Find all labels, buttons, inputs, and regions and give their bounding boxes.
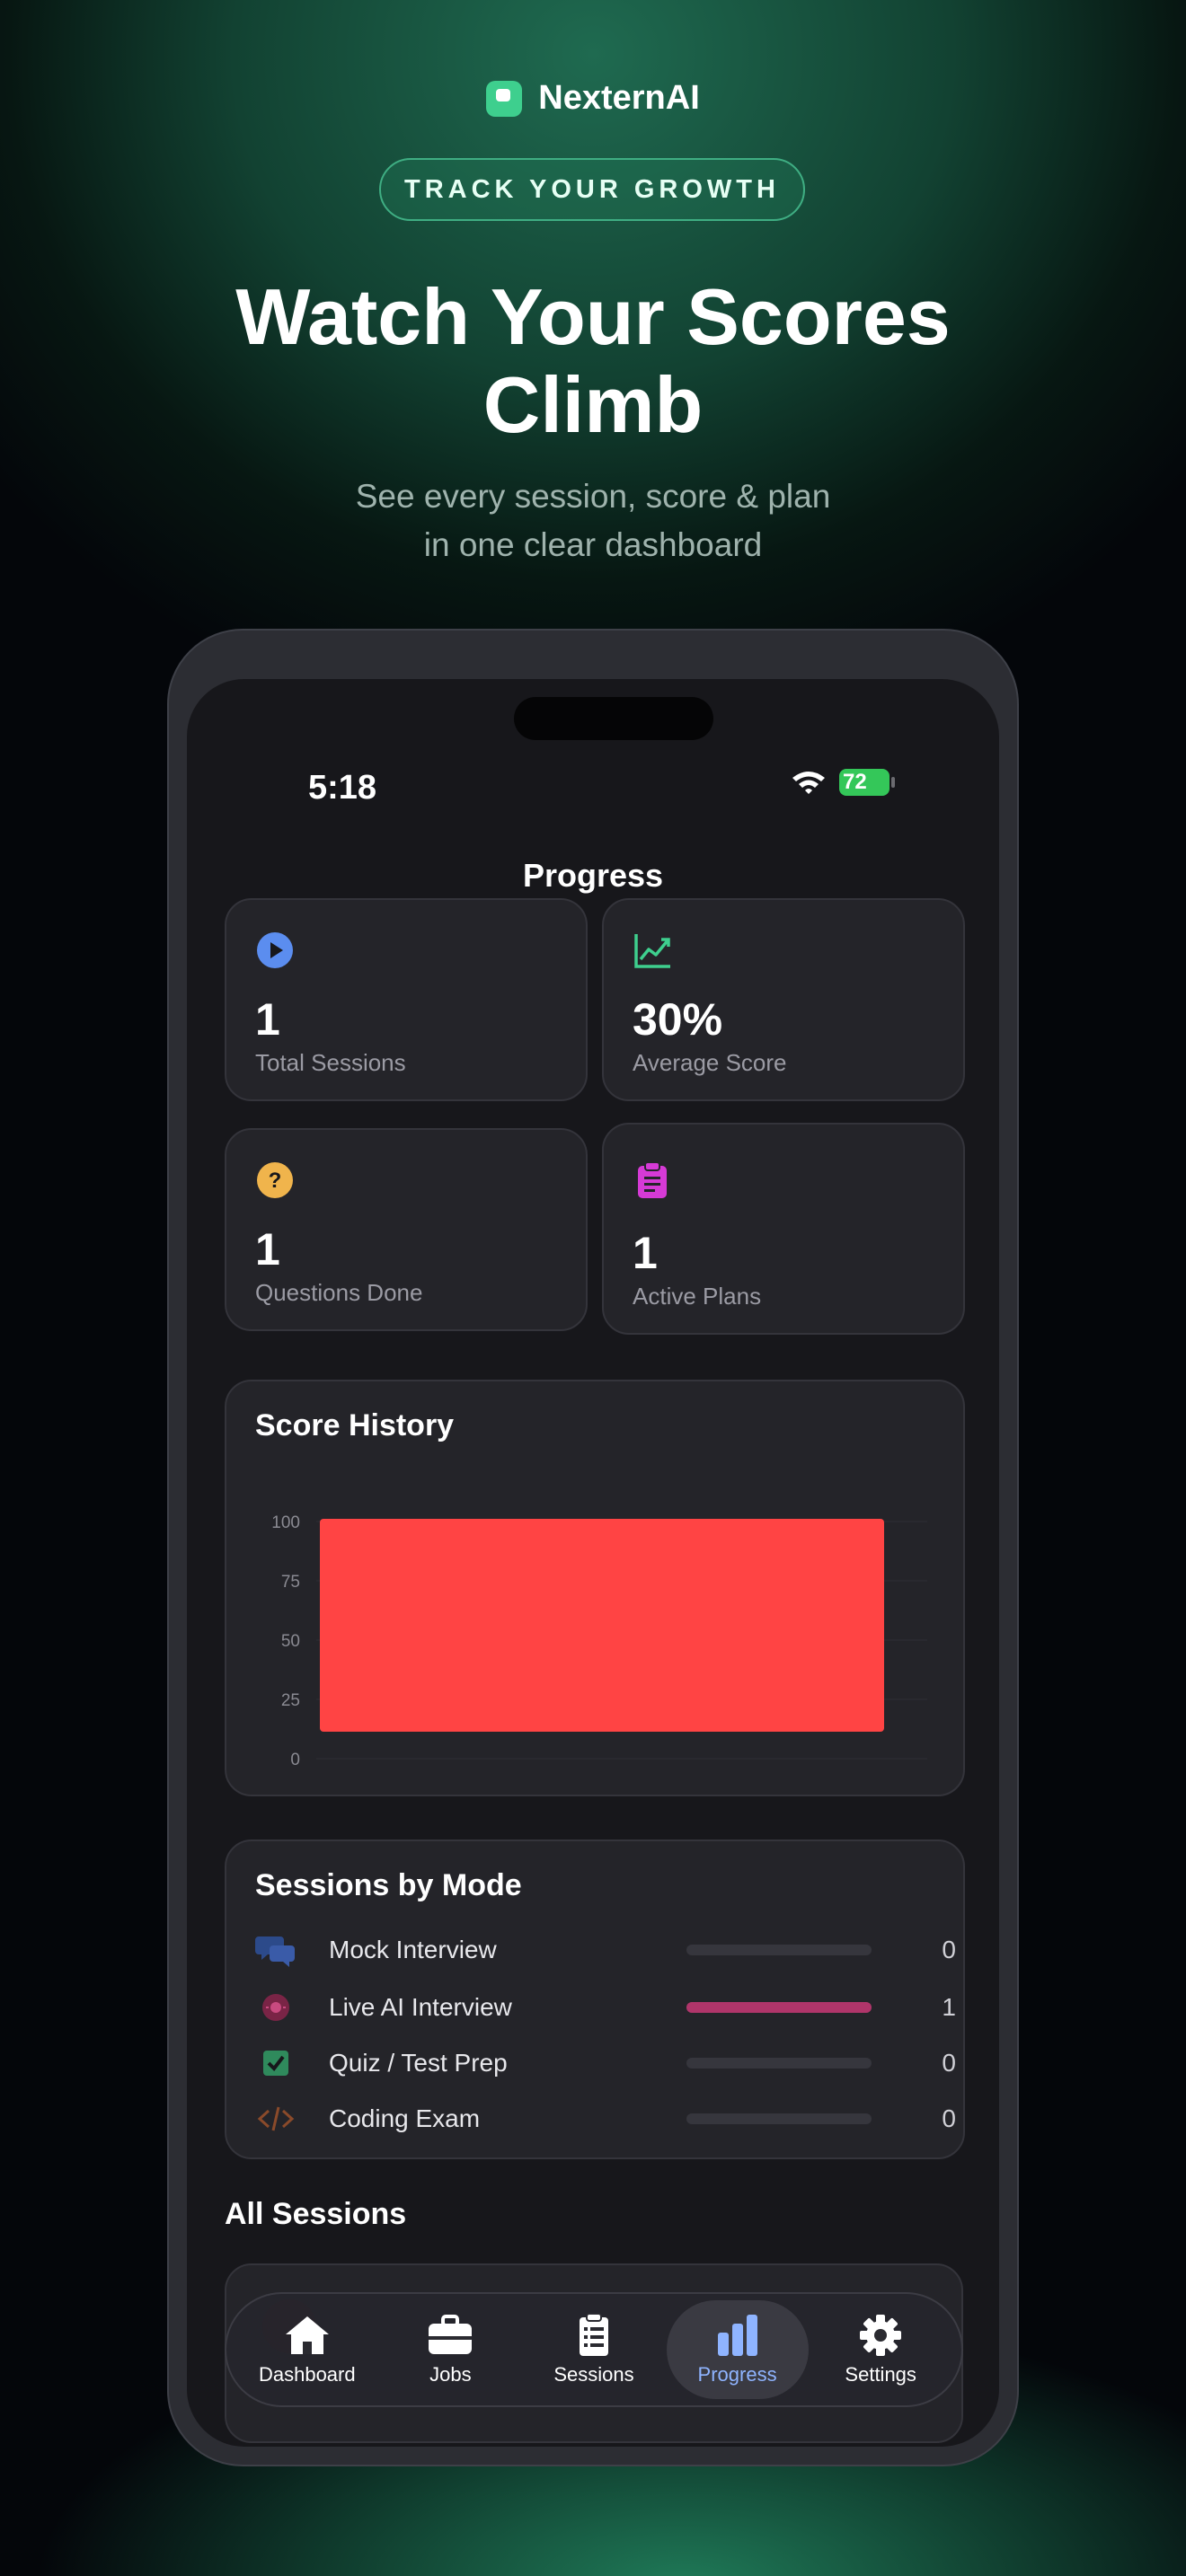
- tab-label: Sessions: [553, 2363, 634, 2386]
- tab-bar: Dashboard Jobs Sessions Progress Setting…: [225, 2292, 963, 2407]
- sessions-by-mode-title: Sessions by Mode: [255, 1868, 522, 1902]
- dynamic-island: [514, 697, 713, 740]
- tab-settings[interactable]: Settings: [810, 2300, 951, 2399]
- mode-progress-track: [686, 2002, 872, 2013]
- mode-count: 1: [942, 1993, 956, 2021]
- mode-count: 0: [942, 2049, 956, 2077]
- svg-text:?: ?: [269, 1169, 282, 1193]
- screen-title: Progress: [522, 857, 664, 894]
- tab-sessions[interactable]: Sessions: [523, 2300, 665, 2399]
- stat-label: Total Sessions: [255, 1049, 406, 1076]
- home-icon: [285, 2316, 329, 2354]
- battery-level: 72: [843, 770, 867, 794]
- mode-row-live-ai-interview[interactable]: Live AI Interview 1: [255, 1985, 956, 2030]
- headline: Watch Your Scores Climb: [0, 273, 1186, 449]
- tab-label: Dashboard: [258, 2363, 356, 2386]
- stat-value: 1: [255, 994, 280, 1045]
- score-history-chart: 100 75 50 25 0: [271, 1513, 927, 1769]
- trend-chart-icon: [634, 934, 670, 968]
- brand-name: NexternAI: [538, 79, 700, 117]
- tab-jobs[interactable]: Jobs: [379, 2300, 521, 2399]
- tab-label: Progress: [697, 2363, 777, 2386]
- stat-card-active-plans[interactable]: 1 Active Plans: [602, 1123, 965, 1335]
- all-sessions-title: All Sessions: [225, 2197, 407, 2231]
- tab-dashboard[interactable]: Dashboard: [236, 2300, 378, 2399]
- briefcase-icon: [429, 2315, 473, 2354]
- mode-count: 0: [942, 2104, 956, 2132]
- headline-line-1: Watch Your Scores: [235, 272, 951, 361]
- battery-indicator: 72: [839, 769, 895, 796]
- tab-label: Settings: [845, 2363, 916, 2386]
- live-record-icon: [262, 1994, 289, 2021]
- stat-card-questions-done[interactable]: ? 1 Questions Done: [225, 1128, 588, 1331]
- stat-value: 30%: [633, 994, 723, 1045]
- y-tick-label: 75: [281, 1573, 300, 1592]
- y-tick-label: 50: [281, 1632, 300, 1651]
- tab-progress[interactable]: Progress: [666, 2300, 809, 2399]
- stat-card-total-sessions[interactable]: 1 Total Sessions: [225, 898, 588, 1101]
- mode-progress-track: [686, 2058, 872, 2069]
- mode-row-mock-interview[interactable]: Mock Interview 0: [255, 1928, 956, 1972]
- mode-progress-fill: [686, 2002, 872, 2013]
- bar-chart-icon: [717, 2315, 757, 2356]
- score-history-card: Score History 100 75 50 25 0: [225, 1380, 965, 1796]
- score-bar[interactable]: [320, 1519, 884, 1732]
- tagline-pill: TRACK YOUR GROWTH: [379, 158, 805, 221]
- y-tick-label: 25: [281, 1691, 300, 1710]
- mode-count: 0: [942, 1936, 956, 1963]
- subheadline-line-2: in one clear dashboard: [423, 526, 763, 563]
- headline-line-2: Climb: [482, 360, 704, 449]
- phone-frame: 5:18 72 Progress 1 Total Sessions 30% Av…: [167, 629, 1019, 2466]
- y-tick-label: 0: [290, 1751, 300, 1769]
- stat-label: Questions Done: [255, 1279, 423, 1306]
- brand: NexternAI: [0, 79, 1186, 118]
- stat-value: 1: [255, 1224, 280, 1275]
- mode-progress-track: [686, 2113, 872, 2124]
- mode-row-coding-exam[interactable]: Coding Exam 0: [255, 2096, 956, 2141]
- status-indicators: 72: [791, 769, 895, 796]
- question-circle-icon: ?: [257, 1162, 293, 1198]
- mode-label: Mock Interview: [329, 1936, 497, 1963]
- clipboard-icon: [638, 1161, 667, 1198]
- checkbox-icon: [263, 2051, 288, 2076]
- wifi-icon: [792, 772, 825, 794]
- tab-label: Jobs: [429, 2363, 472, 2386]
- play-circle-icon: [257, 932, 293, 968]
- mode-label: Coding Exam: [329, 2104, 481, 2132]
- brand-logo-icon: [486, 80, 523, 117]
- gear-icon: [860, 2315, 902, 2356]
- mode-row-quiz-test-prep[interactable]: Quiz / Test Prep 0: [255, 2041, 956, 2086]
- subheadline-line-1: See every session, score & plan: [355, 478, 831, 515]
- status-time: 5:18: [308, 769, 377, 807]
- code-icon: [257, 2106, 295, 2131]
- stat-label: Average Score: [633, 1049, 787, 1076]
- sessions-by-mode-card: Sessions by Mode Mock Interview 0 Live A…: [225, 1839, 965, 2159]
- mode-label: Live AI Interview: [329, 1993, 512, 2021]
- mode-progress-track: [686, 1945, 872, 1955]
- phone-screen: 5:18 72 Progress 1 Total Sessions 30% Av…: [187, 679, 999, 2447]
- stat-card-average-score[interactable]: 30% Average Score: [602, 898, 965, 1101]
- stat-label: Active Plans: [633, 1283, 762, 1310]
- list-clipboard-icon: [579, 2313, 608, 2356]
- stat-value: 1: [633, 1228, 658, 1278]
- chat-bubbles-icon: [255, 1936, 295, 1967]
- subheadline: See every session, score & plan in one c…: [0, 472, 1186, 569]
- mode-label: Quiz / Test Prep: [329, 2049, 508, 2077]
- y-tick-label: 100: [271, 1513, 300, 1532]
